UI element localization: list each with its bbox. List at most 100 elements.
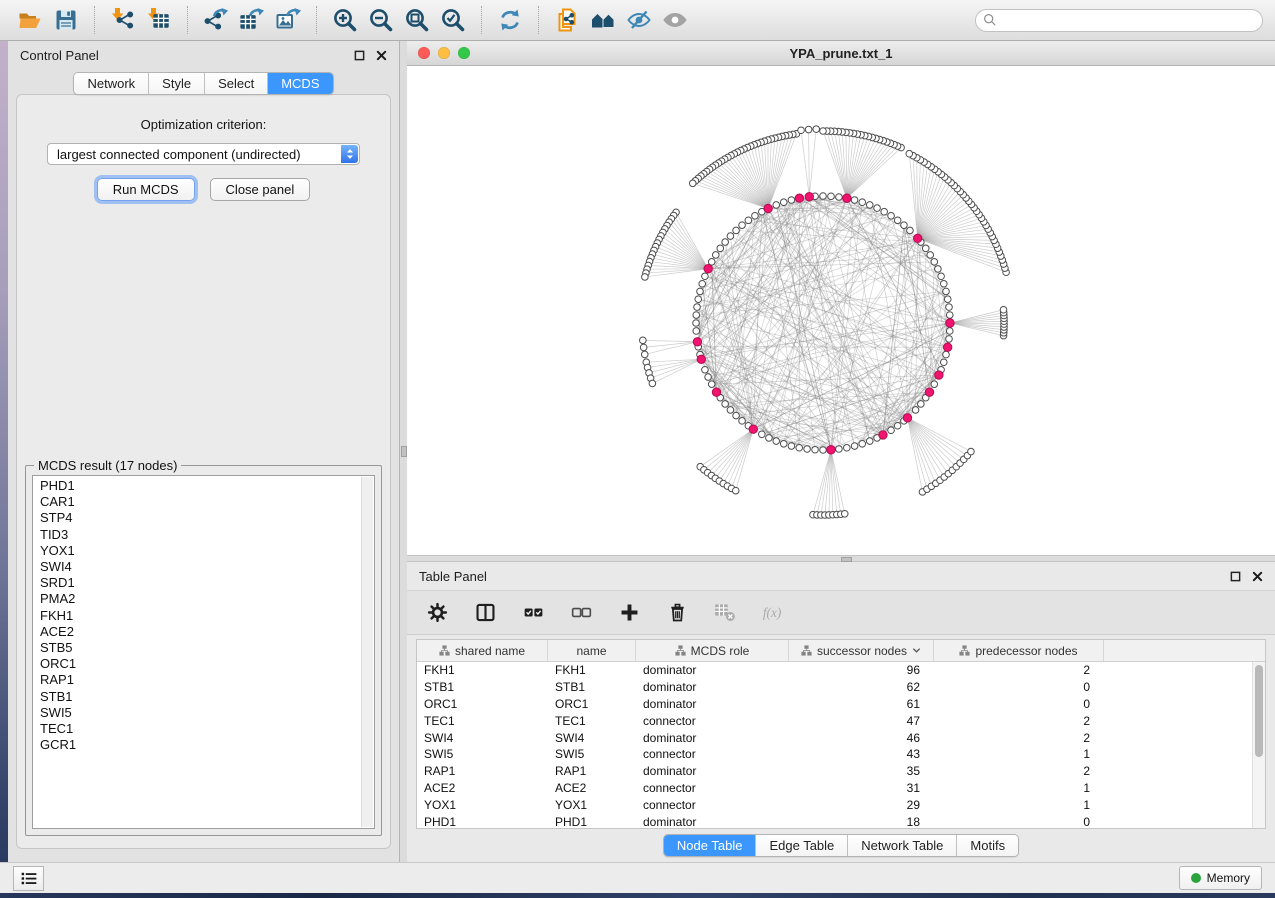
network-node[interactable] xyxy=(836,446,843,453)
column-header-name[interactable]: name xyxy=(548,640,636,661)
network-node[interactable] xyxy=(943,288,950,295)
network-node[interactable] xyxy=(859,440,866,447)
mcds-result-item[interactable]: ACE2 xyxy=(40,624,374,640)
close-window-icon[interactable] xyxy=(418,47,430,59)
mcds-hub-node[interactable] xyxy=(935,371,943,379)
mcds-hub-node[interactable] xyxy=(827,446,835,454)
network-node[interactable] xyxy=(697,288,704,295)
select-all-rows-button[interactable] xyxy=(519,599,547,627)
zoom-fit-button[interactable] xyxy=(399,4,435,36)
network-node[interactable] xyxy=(642,274,649,281)
network-node[interactable] xyxy=(828,193,835,200)
network-node[interactable] xyxy=(888,427,895,434)
table-row[interactable]: RAP1RAP1dominator352 xyxy=(417,763,1253,780)
mcds-result-item[interactable]: ORC1 xyxy=(40,656,374,672)
network-node[interactable] xyxy=(788,443,795,450)
close-panel-icon[interactable] xyxy=(1252,571,1263,582)
network-node[interactable] xyxy=(859,199,866,206)
network-node[interactable] xyxy=(812,446,819,453)
close-panel-button[interactable]: Close panel xyxy=(210,178,311,201)
mcds-result-item[interactable]: CAR1 xyxy=(40,494,374,510)
network-node[interactable] xyxy=(813,126,820,133)
mcds-result-item[interactable]: PMA2 xyxy=(40,591,374,607)
open-file-button[interactable] xyxy=(12,4,48,36)
mcds-result-item[interactable]: TEC1 xyxy=(40,721,374,737)
network-node[interactable] xyxy=(699,280,706,287)
mcds-hub-node[interactable] xyxy=(925,388,933,396)
network-node[interactable] xyxy=(931,381,938,388)
table-row[interactable]: YOX1YOX1connector291 xyxy=(417,796,1253,813)
network-node[interactable] xyxy=(693,328,700,335)
task-history-button[interactable] xyxy=(13,866,44,891)
network-node[interactable] xyxy=(727,407,734,414)
network-node[interactable] xyxy=(708,381,715,388)
network-node[interactable] xyxy=(640,344,647,351)
network-node[interactable] xyxy=(918,401,925,408)
network-node[interactable] xyxy=(946,304,953,311)
tab-select[interactable]: Select xyxy=(205,73,268,94)
network-node[interactable] xyxy=(841,510,848,517)
network-node[interactable] xyxy=(733,227,740,234)
deselect-all-rows-button[interactable] xyxy=(567,599,595,627)
mcds-hub-node[interactable] xyxy=(843,194,851,202)
network-node[interactable] xyxy=(780,440,787,447)
network-node[interactable] xyxy=(732,487,739,494)
network-node[interactable] xyxy=(944,296,951,303)
network-node[interactable] xyxy=(820,193,827,200)
export-network-button[interactable] xyxy=(198,4,234,36)
minimize-window-icon[interactable] xyxy=(438,47,450,59)
network-node[interactable] xyxy=(907,227,914,234)
tab-motifs[interactable]: Motifs xyxy=(957,835,1018,856)
network-window-titlebar[interactable]: YPA_prune.txt_1 xyxy=(407,41,1275,66)
network-node[interactable] xyxy=(727,233,734,240)
table-row[interactable]: ORC1ORC1dominator610 xyxy=(417,696,1253,713)
network-node[interactable] xyxy=(739,418,746,425)
mcds-hub-node[interactable] xyxy=(879,431,887,439)
optimization-criterion-select[interactable]: largest connected component (undirected) xyxy=(47,143,360,165)
network-node[interactable] xyxy=(759,431,766,438)
tab-node-table[interactable]: Node Table xyxy=(664,835,757,856)
network-node[interactable] xyxy=(851,197,858,204)
network-node[interactable] xyxy=(702,273,709,280)
network-node[interactable] xyxy=(906,150,913,157)
network-node[interactable] xyxy=(788,197,795,204)
network-node[interactable] xyxy=(804,446,811,453)
mcds-result-item[interactable]: PHD1 xyxy=(40,478,374,494)
mcds-result-item[interactable]: STB1 xyxy=(40,689,374,705)
mcds-hub-node[interactable] xyxy=(943,343,951,351)
splitter-handle-icon[interactable] xyxy=(841,557,852,562)
network-node[interactable] xyxy=(641,351,648,358)
mcds-result-item[interactable]: TID3 xyxy=(40,527,374,543)
float-panel-icon[interactable] xyxy=(354,50,365,61)
network-canvas[interactable] xyxy=(407,66,1275,555)
network-node[interactable] xyxy=(874,205,881,212)
network-node[interactable] xyxy=(689,180,696,187)
float-panel-icon[interactable] xyxy=(1230,571,1241,582)
network-node[interactable] xyxy=(722,401,729,408)
mcds-result-item[interactable]: SRD1 xyxy=(40,575,374,591)
mcds-hub-node[interactable] xyxy=(764,204,772,212)
network-node[interactable] xyxy=(894,422,901,429)
network-node[interactable] xyxy=(935,266,942,273)
network-node[interactable] xyxy=(708,259,715,266)
network-node[interactable] xyxy=(946,312,953,319)
mcds-result-item[interactable]: SWI5 xyxy=(40,705,374,721)
network-node[interactable] xyxy=(940,280,947,287)
horizontal-splitter[interactable] xyxy=(407,555,1275,562)
add-column-button[interactable] xyxy=(615,599,643,627)
table-row[interactable]: SWI5SWI5connector431 xyxy=(417,746,1253,763)
network-node[interactable] xyxy=(927,252,934,259)
import-network-button[interactable] xyxy=(105,4,141,36)
network-node[interactable] xyxy=(773,438,780,445)
zoom-in-button[interactable] xyxy=(327,4,363,36)
mcds-result-item[interactable]: GCR1 xyxy=(40,737,374,753)
mcds-hub-node[interactable] xyxy=(697,355,705,363)
network-node[interactable] xyxy=(946,328,953,335)
mcds-result-item[interactable]: FKH1 xyxy=(40,608,374,624)
network-node[interactable] xyxy=(766,435,773,442)
mcds-hub-node[interactable] xyxy=(704,265,712,273)
network-node[interactable] xyxy=(968,448,975,455)
network-node[interactable] xyxy=(695,296,702,303)
network-node[interactable] xyxy=(773,202,780,209)
network-node[interactable] xyxy=(866,438,873,445)
